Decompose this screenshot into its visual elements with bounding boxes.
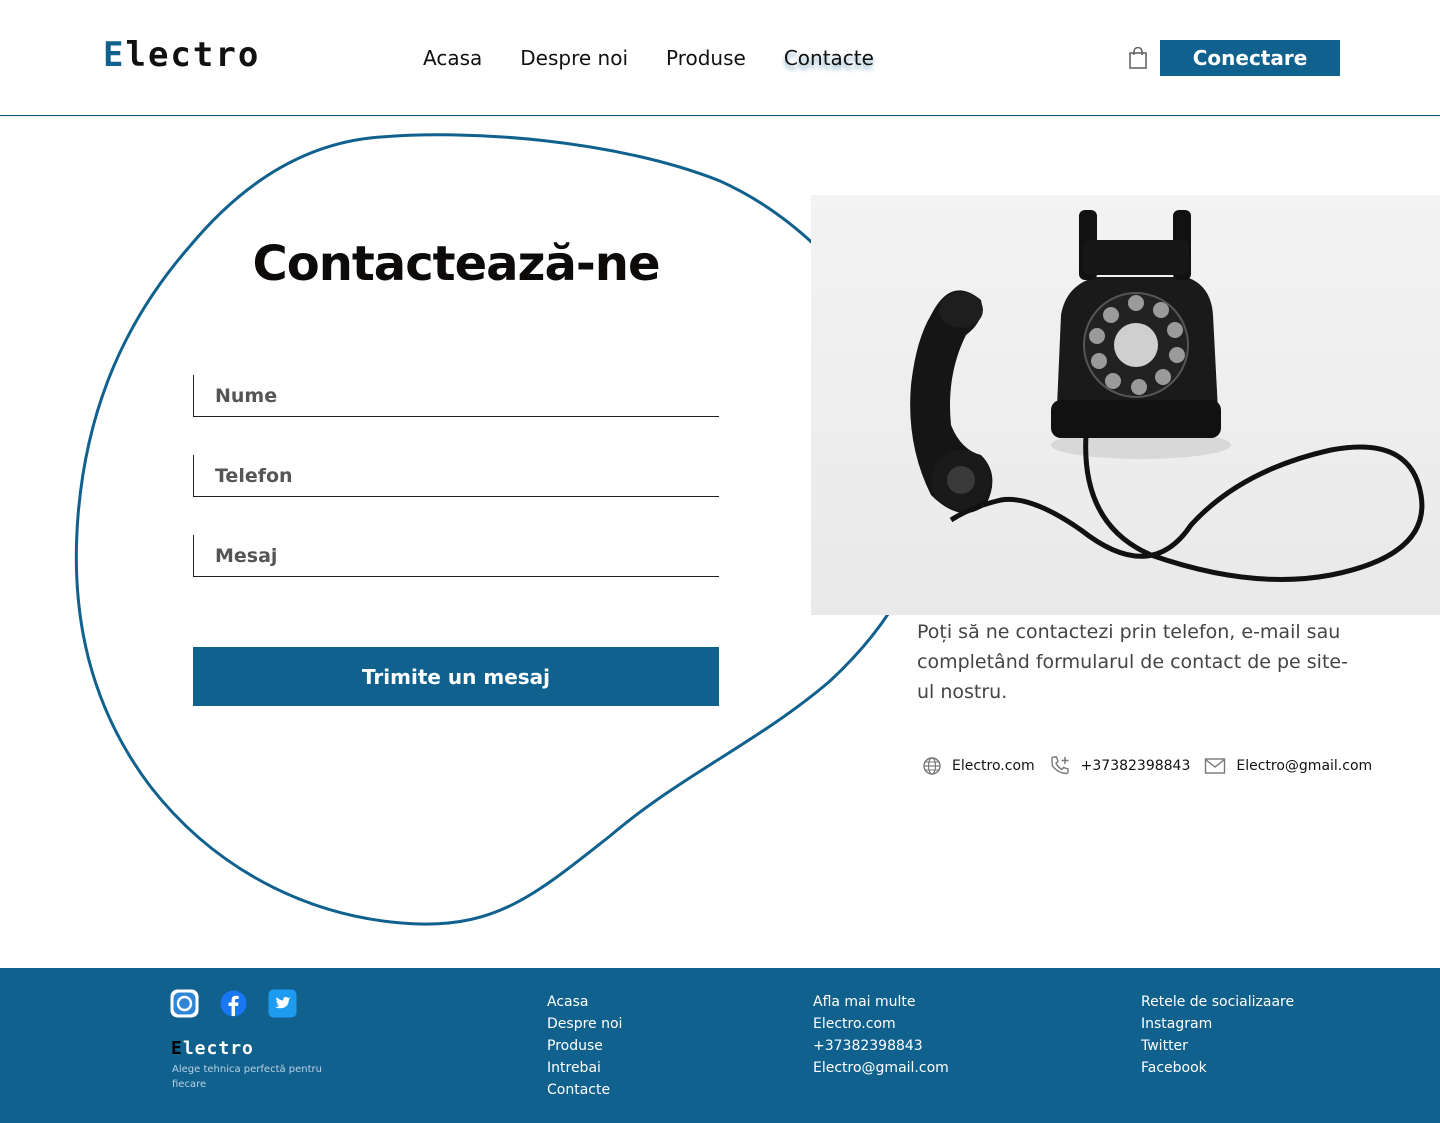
phone-info[interactable]: +37382398843 [1049,755,1191,777]
website-text: Electro.com [952,758,1035,774]
footer-col-info: Afla mai multe Electro.com +37382398843 … [813,991,949,1079]
footer-social-heading: Retele de socializaare [1141,994,1295,1010]
phone-text: +37382398843 [1080,758,1191,774]
footer-link-facebook[interactable]: Facebook [1141,1057,1294,1079]
connect-button[interactable]: Conectare [1160,40,1340,76]
contact-title: Contactează-ne [252,236,660,292]
footer-link-acasa[interactable]: Acasa [547,991,622,1013]
logo-initial: E [103,35,126,75]
footer-logo-initial: E [171,1038,183,1059]
logo-text: lectro [125,35,261,75]
site-header: Electro Acasa Despre noi Produse Contact… [0,0,1440,116]
footer-col-nav: Acasa Despre noi Produse Intrebai Contac… [547,991,622,1101]
email-text: Electro@gmail.com [1236,758,1373,774]
email-info[interactable]: Electro@gmail.com [1204,757,1372,775]
telephone-photo [811,195,1440,615]
footer-logo[interactable]: Electro [171,1038,254,1059]
name-input[interactable] [194,375,719,416]
website-info[interactable]: Electro.com [922,756,1035,776]
phone-input[interactable] [194,455,719,496]
phone-add-icon [1050,756,1069,775]
footer-website[interactable]: Electro.com [813,1013,949,1035]
name-field-wrapper [193,375,719,417]
mail-icon [1205,758,1226,774]
nav-contacte[interactable]: Contacte [784,44,874,72]
footer-link-twitter[interactable]: Twitter [1141,1035,1294,1057]
message-field-wrapper [193,535,719,577]
site-footer: Electro Alege tehnica perfectă pentru fi… [0,968,1440,1123]
footer-logo-text: lectro [182,1038,254,1059]
phone-field-wrapper [193,455,719,497]
footer-link-produse[interactable]: Produse [547,1035,622,1057]
nav-produse[interactable]: Produse [666,44,746,72]
footer-phone[interactable]: +37382398843 [813,1035,949,1057]
footer-link-intrebai[interactable]: Intrebai [547,1057,622,1079]
contact-description: Poți să ne contactezi prin telefon, e-ma… [917,621,1348,703]
footer-tagline: Alege tehnica perfectă pentru fiecare [172,1064,322,1090]
facebook-icon[interactable] [219,989,248,1018]
message-input[interactable] [194,535,719,576]
footer-col-social: Retele de socializaare Instagram Twitter… [1141,991,1294,1079]
footer-email[interactable]: Electro@gmail.com [813,1057,949,1079]
twitter-icon[interactable] [268,989,297,1018]
nav-despre-noi[interactable]: Despre noi [520,44,628,72]
contact-info-row: Electro.com +37382398843 Electro@gmail.c… [922,754,1386,778]
shopping-bag-icon[interactable] [1128,47,1148,69]
instagram-icon[interactable] [170,989,199,1018]
nav-acasa[interactable]: Acasa [423,44,482,72]
globe-icon [923,757,941,775]
telephone-illustration [910,210,1425,582]
footer-link-instagram[interactable]: Instagram [1141,1013,1294,1035]
send-message-button[interactable]: Trimite un mesaj [193,647,719,706]
main-nav: Acasa Despre noi Produse Contacte [423,44,912,72]
footer-info-heading: Afla mai multe [813,994,916,1010]
footer-link-despre-noi[interactable]: Despre noi [547,1013,622,1035]
social-icons [170,989,297,1018]
logo[interactable]: Electro [103,38,260,72]
footer-link-contacte[interactable]: Contacte [547,1079,622,1101]
